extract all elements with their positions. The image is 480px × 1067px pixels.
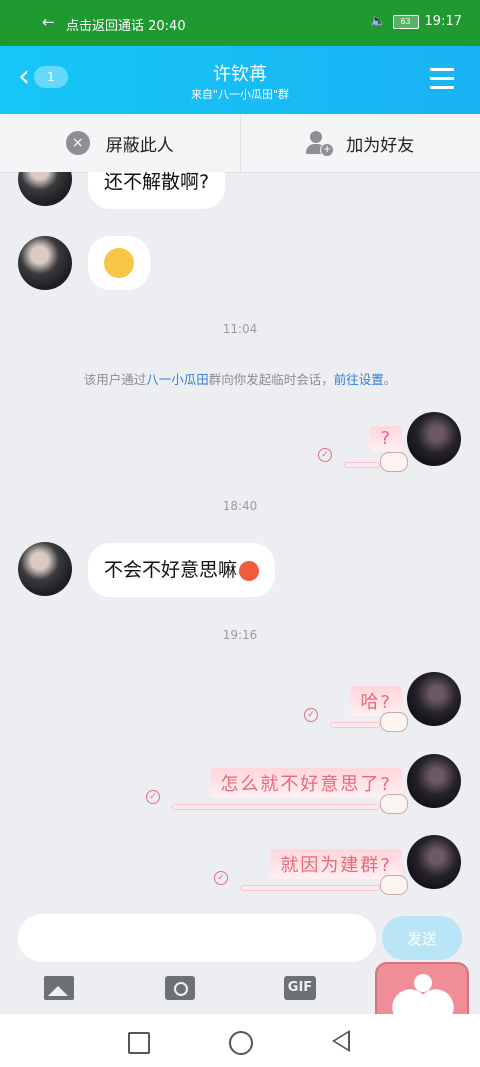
home-icon[interactable] [229,1031,253,1055]
my-avatar[interactable] [407,754,461,808]
system-notice-end: 。 [383,372,397,387]
add-user-icon: + [306,131,335,157]
my-avatar[interactable] [407,672,461,726]
send-button[interactable]: 发送 [382,916,462,960]
cat-sticker-icon [380,452,408,472]
message-list[interactable]: 还不解散啊? 11:04 该用户通过八一小瓜田群向你发起临时会话，前往设置。 ?… [0,172,480,910]
avatar[interactable] [18,542,72,596]
system-nav-bar [0,1014,480,1067]
system-notice: 该用户通过八一小瓜田群向你发起临时会话，前往设置。 [0,369,480,388]
settings-link[interactable]: 前往设置 [334,372,384,387]
call-status-bar[interactable]: ← 点击返回通话 20:40 🔈 63 19:17 [0,0,480,46]
bubble-decoration [172,804,380,810]
sticker-message[interactable] [88,236,150,290]
received-message-text: 不会不好意思嘛 [104,559,238,581]
sticker-emoji-icon [104,248,134,278]
sent-message-text: 怎么就不好意思了? [210,768,402,798]
sent-message-text: ? [370,426,402,451]
received-message[interactable]: 不会不好意思嘛 [88,543,276,597]
cat-sticker-icon [380,712,408,732]
block-label: 屏蔽此人 [105,135,174,156]
sent-status-icon: ✓ [318,448,332,462]
bubble-decoration [330,722,380,728]
chat-header: ‹ 1 许钦苒 来自"八一小瓜田"群 [0,46,480,114]
sent-message[interactable]: 哈? ✓ [304,686,408,732]
contact-source: 来自"八一小瓜田"群 [190,88,290,101]
timestamp: 11:04 [222,322,258,336]
add-friend-button[interactable]: + 加为好友 [239,114,480,172]
composer: 发送 [0,910,480,966]
group-link[interactable]: 八一小瓜田 [146,372,209,387]
back-arrow-icon[interactable]: ← [42,13,55,31]
my-avatar[interactable] [407,412,461,466]
add-friend-label: 加为好友 [346,135,415,156]
sent-status-icon: ✓ [304,708,318,722]
sent-status-icon: ✓ [146,790,160,804]
block-user-button[interactable]: × 屏蔽此人 [0,114,240,172]
bubble-decoration [240,885,380,891]
camera-icon[interactable] [165,976,195,1000]
sent-message[interactable]: 怎么就不好意思了? ✓ [146,768,408,814]
battery-icon: 63 [392,14,419,29]
bubble-decoration [344,462,380,468]
avatar[interactable] [18,172,72,206]
gif-icon[interactable]: GIF [284,976,316,1000]
sent-message[interactable]: 就因为建群? ✓ [214,849,408,895]
recents-icon[interactable] [128,1032,150,1054]
message-input[interactable] [18,914,376,962]
system-notice-prefix: 该用户通过 [83,372,147,387]
received-message[interactable]: 还不解散啊? [88,172,226,209]
timestamp: 18:40 [222,499,258,513]
system-notice-middle: 群向你发起临时会话， [208,372,334,387]
block-icon: × [65,131,90,155]
cat-sticker-icon [380,794,408,814]
cat-sticker-icon [380,875,408,895]
return-to-call-text[interactable]: 点击返回通话 20:40 [66,15,186,34]
sent-message-text: 就因为建群? [270,849,402,879]
temp-chat-actions: × 屏蔽此人 + 加为好友 [0,114,480,173]
timestamp: 19:16 [222,628,258,642]
speaker-icon: 🔈 [370,14,387,29]
sent-message[interactable]: ? ✓ [318,426,408,472]
status-icons: 🔈 63 19:17 [370,14,462,29]
sent-status-icon: ✓ [214,871,228,885]
clock-time: 19:17 [424,14,462,29]
contact-name: 许钦苒 [213,64,267,85]
my-avatar[interactable] [407,835,461,889]
blush-emoji-icon [239,560,260,581]
back-triangle-icon[interactable] [332,1030,350,1052]
menu-icon[interactable] [430,68,454,95]
image-icon[interactable] [44,976,74,1000]
avatar[interactable] [18,236,72,290]
